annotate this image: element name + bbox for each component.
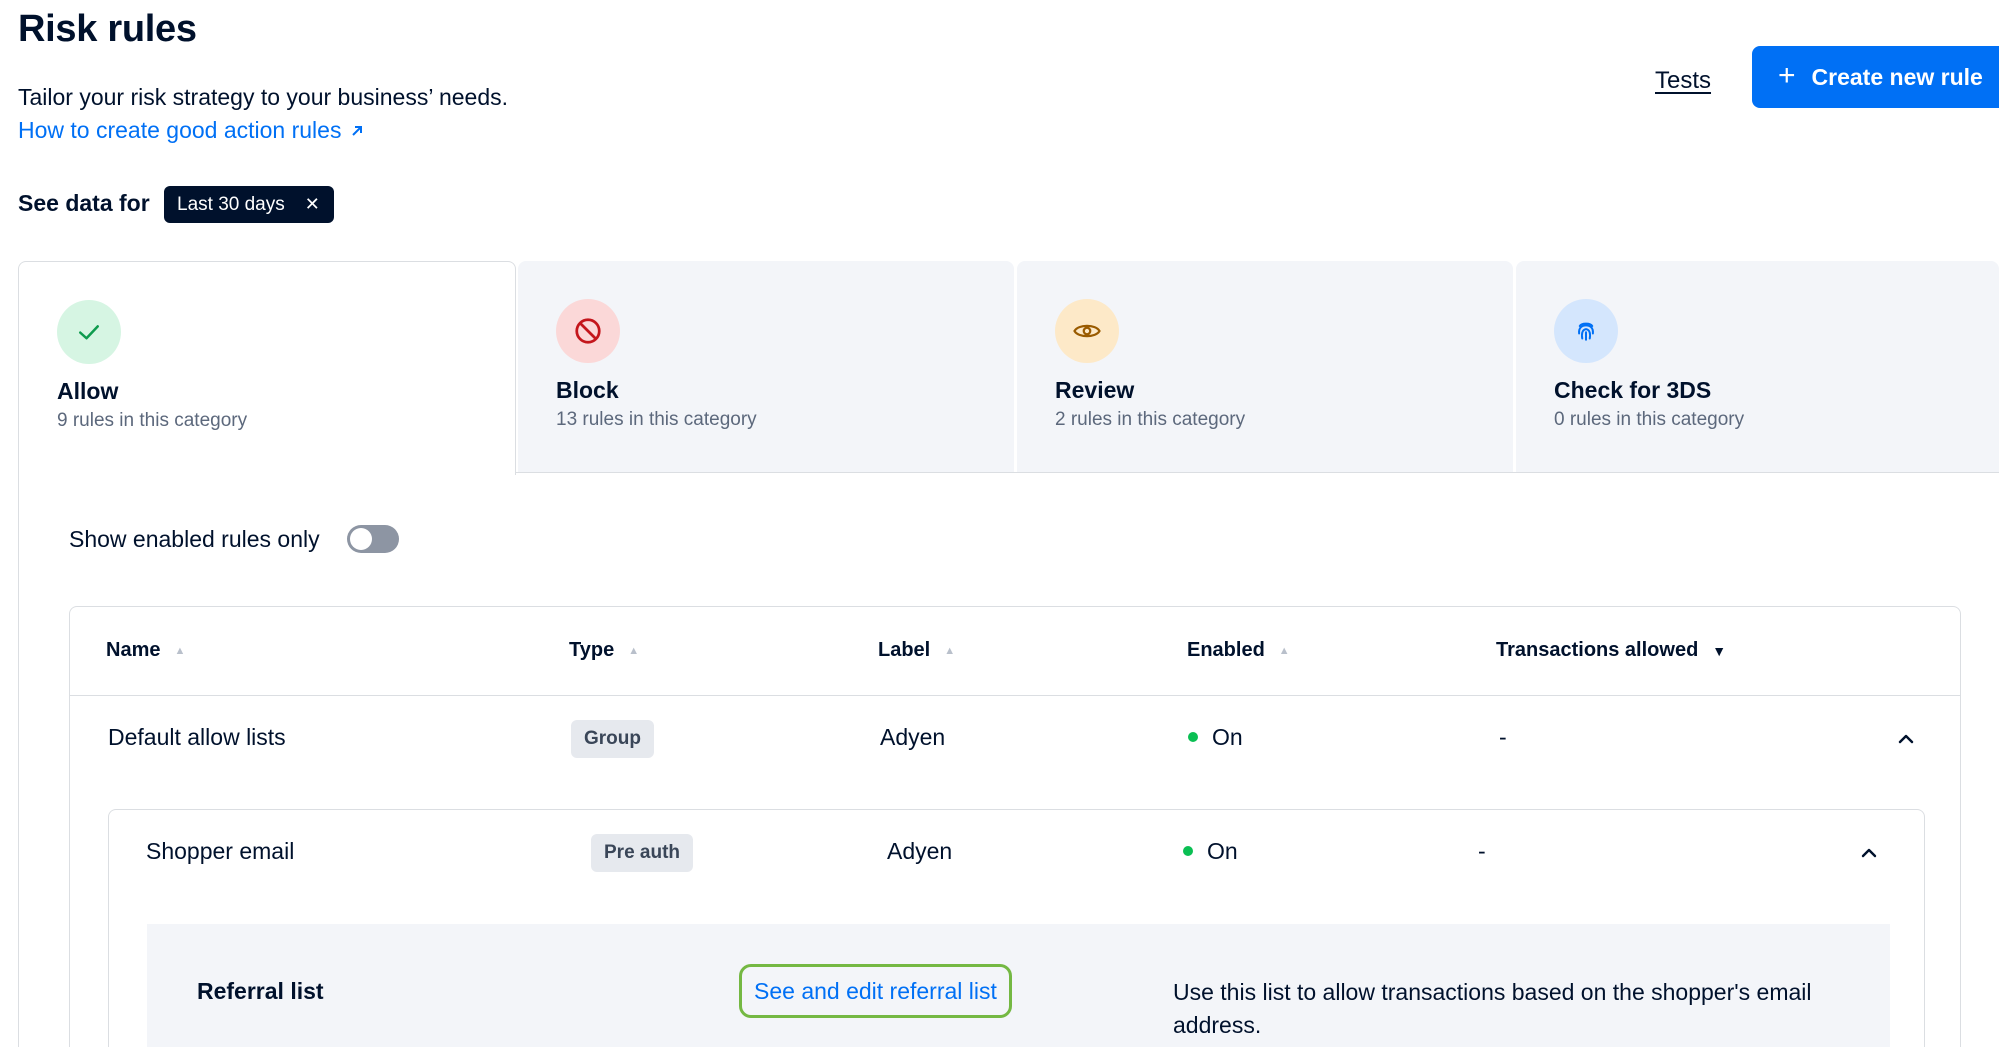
chevron-up-icon[interactable] xyxy=(1859,843,1879,863)
enabled-status: On xyxy=(1188,724,1243,751)
column-header-type[interactable]: Type ▲ xyxy=(569,639,639,662)
referral-list-label: Referral list xyxy=(197,978,324,1004)
show-enabled-label: Show enabled rules only xyxy=(69,526,320,552)
category-cards: Allow 9 rules in this category Block 13 … xyxy=(18,261,1999,475)
transactions-allowed: - xyxy=(1499,724,1507,750)
rule-label: Adyen xyxy=(880,724,946,750)
category-card-allow[interactable]: Allow 9 rules in this category xyxy=(18,261,516,475)
type-badge: Pre auth xyxy=(591,834,694,872)
show-enabled-toggle[interactable] xyxy=(347,525,399,553)
category-subtitle: 9 rules in this category xyxy=(57,410,248,431)
header-divider xyxy=(70,695,1960,696)
category-title: Check for 3DS xyxy=(1554,377,1712,403)
referral-list-detail: Referral list See and edit referral list… xyxy=(147,924,1890,1047)
nested-rule: Shopper email Pre auth Adyen On - Referr… xyxy=(108,809,1925,1047)
sort-down-icon: ▼ xyxy=(1712,642,1727,659)
status-dot xyxy=(1183,845,1193,856)
sort-up-icon: ▲ xyxy=(944,644,956,657)
status-dot xyxy=(1188,731,1198,742)
rule-name: Default allow lists xyxy=(108,724,286,750)
help-link[interactable]: How to create good action rules xyxy=(18,117,365,144)
eye-icon xyxy=(1055,299,1119,363)
create-new-rule-label: Create new rule xyxy=(1811,63,1983,90)
help-link-label: How to create good action rules xyxy=(18,117,342,143)
chevron-up-icon[interactable] xyxy=(1896,729,1916,749)
column-header-label: Name xyxy=(106,639,161,661)
page-subtitle: Tailor your risk strategy to your busine… xyxy=(18,84,509,110)
category-title: Review xyxy=(1055,377,1135,403)
column-header-label[interactable]: Label ▲ xyxy=(878,639,955,662)
column-header-label: Type xyxy=(569,639,615,661)
column-header-label: Enabled xyxy=(1187,639,1265,661)
page-title: Risk rules xyxy=(18,8,197,50)
sort-up-icon: ▲ xyxy=(628,644,640,657)
see-and-edit-referral-list-link[interactable]: See and edit referral list xyxy=(739,964,1012,1018)
column-header-enabled[interactable]: Enabled ▲ xyxy=(1187,639,1290,662)
close-icon[interactable]: ✕ xyxy=(305,194,320,215)
date-filter-label: Last 30 days xyxy=(177,193,285,215)
category-card-3ds[interactable]: Check for 3DS 0 rules in this category xyxy=(1516,261,1999,473)
sort-up-icon: ▲ xyxy=(174,644,186,657)
enabled-status-label: On xyxy=(1212,724,1243,750)
type-badge: Group xyxy=(571,720,654,758)
category-subtitle: 0 rules in this category xyxy=(1554,409,1745,430)
plus-icon: + xyxy=(1778,58,1796,92)
tests-link[interactable]: Tests xyxy=(1655,67,1711,95)
see-data-label: See data for xyxy=(18,190,150,216)
external-link-icon xyxy=(352,125,363,136)
enabled-status: On xyxy=(1183,838,1238,865)
block-icon xyxy=(556,299,620,363)
column-header-label: Label xyxy=(878,639,931,661)
create-new-rule-button[interactable]: + Create new rule xyxy=(1752,46,1999,108)
fingerprint-icon xyxy=(1554,299,1618,363)
category-subtitle: 13 rules in this category xyxy=(556,409,757,430)
category-title: Allow xyxy=(57,378,119,404)
toggle-knob xyxy=(350,528,372,550)
transactions-allowed: - xyxy=(1478,838,1486,864)
rules-table: Name ▲ Type ▲ Label ▲ Enabled ▲ Transact… xyxy=(69,606,1961,1047)
sort-up-icon: ▲ xyxy=(1278,644,1290,657)
category-card-block[interactable]: Block 13 rules in this category xyxy=(518,261,1014,473)
category-title: Block xyxy=(556,377,619,403)
date-filter-chip[interactable]: Last 30 days ✕ xyxy=(164,186,334,223)
column-header-name[interactable]: Name ▲ xyxy=(106,639,185,662)
category-subtitle: 2 rules in this category xyxy=(1055,409,1246,430)
referral-list-description: Use this list to allow transactions base… xyxy=(1173,979,1812,1038)
rule-label: Adyen xyxy=(887,838,953,864)
column-header-label: Transactions allowed xyxy=(1496,639,1699,661)
enabled-status-label: On xyxy=(1207,838,1238,864)
check-icon xyxy=(57,300,121,364)
column-header-transactions[interactable]: Transactions allowed ▼ xyxy=(1496,639,1726,662)
category-card-review[interactable]: Review 2 rules in this category xyxy=(1017,261,1513,473)
rule-name: Shopper email xyxy=(146,838,295,864)
